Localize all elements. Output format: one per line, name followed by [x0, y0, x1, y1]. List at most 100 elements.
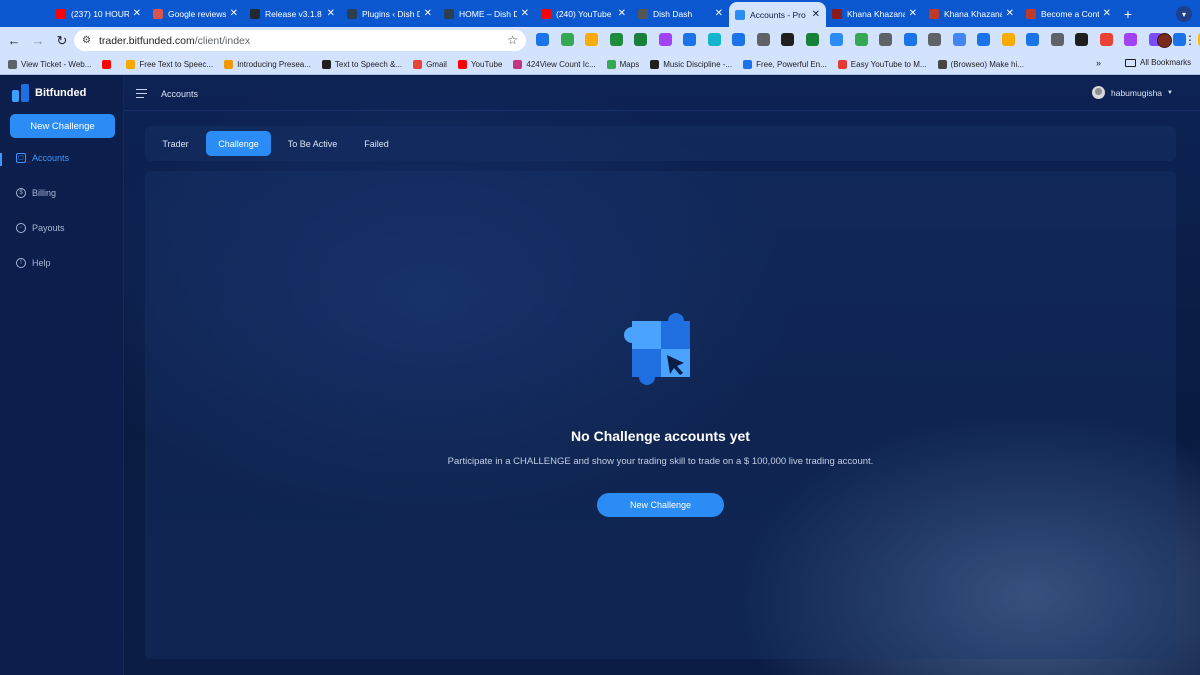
extension-icon[interactable]	[1001, 33, 1015, 46]
extension-icon[interactable]	[634, 33, 647, 46]
browser-tab[interactable]: Khana Khazana ✕	[923, 0, 1020, 27]
new-tab-button[interactable]: +	[1117, 6, 1139, 22]
extension-icon[interactable]	[1124, 33, 1137, 46]
extension-icon[interactable]	[977, 33, 990, 46]
browser-tab[interactable]: Google reviews ✕	[147, 0, 244, 27]
khana-icon	[832, 8, 842, 19]
bookmark-item[interactable]: View Ticket - Web...	[8, 59, 91, 69]
payouts-icon: ◦	[16, 223, 26, 233]
close-tab-icon[interactable]: ✕	[230, 8, 238, 19]
extension-icon[interactable]	[903, 33, 917, 46]
extension-icon[interactable]	[879, 33, 892, 46]
tab-challenge[interactable]: Challenge	[206, 131, 271, 156]
address-bar[interactable]: ⚙ trader.bitfunded.com/client/index ☆	[74, 30, 526, 51]
bookmark-item[interactable]: Text to Speech &...	[321, 59, 402, 69]
bookmark-item[interactable]: Music Discipline -...	[650, 59, 732, 69]
browser-menu-icon[interactable]: ⋮	[1184, 33, 1196, 47]
bookmark-item[interactable]: Gmail	[413, 59, 447, 69]
browser-tab[interactable]: (237) 10 HOUR ✕	[50, 0, 147, 27]
extension-icon[interactable]	[1075, 33, 1088, 46]
brand-logo[interactable]: Bitfunded	[12, 84, 86, 102]
forward-icon[interactable]: →	[26, 33, 50, 48]
extension-icon[interactable]	[536, 33, 549, 46]
bookmark-item[interactable]: Maps	[606, 59, 639, 69]
bookmark-item[interactable]: Easy YouTube to M...	[837, 59, 927, 69]
bookmarks-overflow-button[interactable]: »	[1096, 58, 1101, 68]
extension-icon[interactable]	[1050, 33, 1064, 46]
close-tab-icon[interactable]: ✕	[618, 8, 626, 19]
browser-tab[interactable]: Become a Cont ✕	[1020, 0, 1117, 27]
tab-search-icon[interactable]: ▾	[1176, 6, 1192, 22]
extension-icon[interactable]	[805, 33, 819, 46]
extension-icon[interactable]	[707, 33, 721, 46]
extension-icon[interactable]	[683, 33, 696, 46]
caret-down-icon: ▼	[1167, 89, 1173, 96]
browser-tab-title: Dish Dash	[653, 8, 693, 19]
sidebar-item-accounts[interactable]: ▢ Accounts	[16, 153, 69, 163]
browser-tab-title: Accounts - Pro	[750, 9, 806, 20]
bookmark-item[interactable]	[102, 59, 115, 69]
bookmark-favicon-icon	[650, 59, 660, 69]
close-tab-icon[interactable]: ✕	[1006, 8, 1014, 19]
extension-icon[interactable]	[1099, 33, 1113, 46]
browser-tab[interactable]: (240) YouTube ✕	[535, 0, 632, 27]
reload-icon[interactable]: ↻	[50, 33, 74, 49]
sidebar-new-challenge-button[interactable]: New Challenge	[10, 114, 115, 138]
site-info-icon[interactable]: ⚙	[82, 35, 91, 46]
bookmark-star-icon[interactable]: ☆	[507, 33, 518, 47]
all-bookmarks-button[interactable]: All Bookmarks	[1125, 58, 1191, 67]
browser-tab-title: Become a Cont	[1041, 8, 1099, 19]
tab-to-be-active[interactable]: To Be Active	[276, 131, 349, 156]
bookmark-item[interactable]: Free Text to Speec...	[126, 59, 213, 69]
bookmark-label: Gmail	[426, 59, 447, 69]
extension-icon[interactable]	[732, 33, 745, 46]
extension-icon[interactable]	[560, 33, 574, 46]
close-tab-icon[interactable]: ✕	[327, 8, 335, 19]
extension-icon[interactable]	[658, 33, 672, 46]
close-tab-icon[interactable]: ✕	[521, 8, 529, 19]
extension-icon[interactable]	[781, 33, 794, 46]
bookmark-item[interactable]: YouTube	[457, 59, 502, 69]
browser-tab[interactable]: Dish Dash ✕	[632, 0, 729, 27]
bookmarks-bar: View Ticket - Web... Free Text to Speec..…	[0, 54, 1200, 75]
sidebar-item-help[interactable]: ! Help	[16, 258, 51, 268]
bookmark-item[interactable]: 424View Count Ic...	[513, 59, 596, 69]
browser-tab[interactable]: Khana Khazana ✕	[826, 0, 923, 27]
sparkle-icon	[153, 8, 163, 19]
browser-tab[interactable]: Plugins ‹ Dish D ✕	[341, 0, 438, 27]
extension-icon[interactable]	[756, 33, 770, 46]
profile-avatar[interactable]	[1157, 33, 1172, 48]
bookmark-item[interactable]: (Browseo) Make hi...	[937, 59, 1024, 69]
extension-icon[interactable]	[952, 33, 966, 46]
wordpress-icon	[347, 8, 357, 19]
close-tab-icon[interactable]: ✕	[812, 9, 820, 20]
extension-icon[interactable]	[585, 33, 598, 46]
bookmark-item[interactable]: Introducing Presea...	[224, 59, 311, 69]
close-tab-icon[interactable]: ✕	[1103, 8, 1111, 19]
brand-name: Bitfunded	[35, 87, 87, 99]
extension-icon[interactable]	[1026, 33, 1039, 46]
close-tab-icon[interactable]: ✕	[133, 8, 141, 19]
page-icon	[638, 8, 648, 19]
user-menu[interactable]: habumugisha ▼	[1092, 86, 1173, 99]
sidebar: Bitfunded New Challenge ▢ Accounts $ Billin…	[0, 76, 124, 675]
sidebar-item-payouts[interactable]: ◦ Payouts	[16, 223, 65, 233]
extension-icon[interactable]	[928, 33, 941, 46]
close-tab-icon[interactable]: ✕	[909, 8, 917, 19]
menu-toggle-icon[interactable]	[136, 89, 147, 100]
back-icon[interactable]: ←	[2, 33, 26, 48]
bookmark-item[interactable]: Free, Powerful En...	[743, 59, 827, 69]
extension-icon[interactable]	[830, 33, 843, 46]
browser-tab[interactable]: HOME – Dish Da ✕	[438, 0, 535, 27]
browser-tab[interactable]: Accounts - Pro ✕	[729, 2, 826, 27]
close-tab-icon[interactable]: ✕	[424, 8, 432, 19]
extension-icon[interactable]	[609, 33, 623, 46]
close-tab-icon[interactable]: ✕	[715, 8, 723, 19]
active-nav-indicator	[0, 153, 2, 166]
sidebar-item-billing[interactable]: $ Billing	[16, 188, 56, 198]
tab-failed[interactable]: Failed	[354, 131, 399, 156]
extension-icon[interactable]	[854, 33, 868, 46]
tab-trader[interactable]: Trader	[151, 131, 200, 156]
new-challenge-button[interactable]: New Challenge	[597, 493, 724, 517]
browser-tab[interactable]: Release v3.1.8 ✕	[244, 0, 341, 27]
